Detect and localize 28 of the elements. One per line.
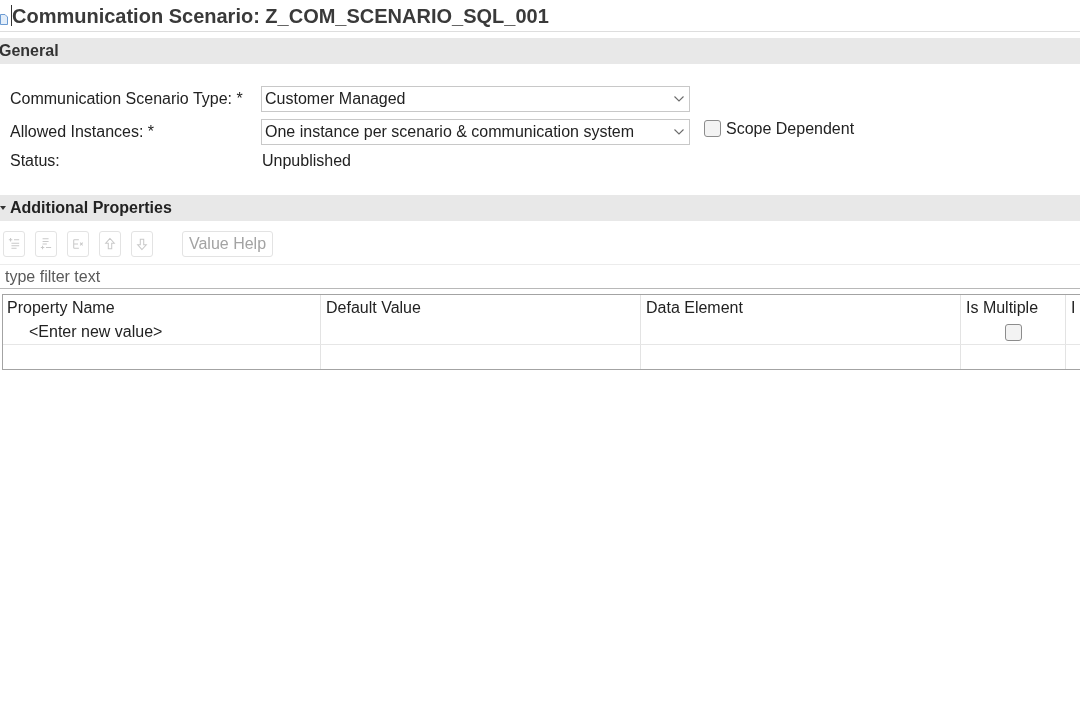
field-label: Status: [10,151,60,171]
list-add-icon [40,237,52,251]
column-header: I [1071,297,1076,318]
checkbox[interactable] [1005,323,1022,341]
table-cell[interactable]: <Enter new value> [29,320,163,344]
editor-title: Communication Scenario: Z_COM_SCENARIO_SQL_001 [12,3,549,28]
column-header: Is Multiple [966,297,1039,318]
text-cursor [11,5,12,26]
chevron-down-icon [674,96,684,102]
field-label: Communication Scenario Type: * [10,89,243,109]
section-header[interactable]: Additional Properties [0,195,1080,221]
filter-field[interactable]: type filter text [0,264,1080,289]
field-label: Allowed Instances: * [10,122,155,142]
file-icon [0,14,8,25]
list-remove-icon [72,237,84,251]
column-header: Default Value [326,297,421,318]
status-value: Unpublished [262,151,351,171]
chevron-down-icon [674,129,684,135]
checkbox-label: Scope Dependent [726,118,855,139]
column-header: Property Name [7,297,115,318]
checkbox[interactable] [704,120,721,137]
arrow-up-icon [104,237,116,251]
arrow-down-icon [136,237,148,251]
dropdown[interactable]: Customer Managed [261,86,690,112]
list-add-icon [8,237,20,251]
column-header: Data Element [646,297,743,318]
section-header[interactable]: General [0,38,1080,64]
dropdown[interactable]: One instance per scenario & communication system [261,119,690,145]
